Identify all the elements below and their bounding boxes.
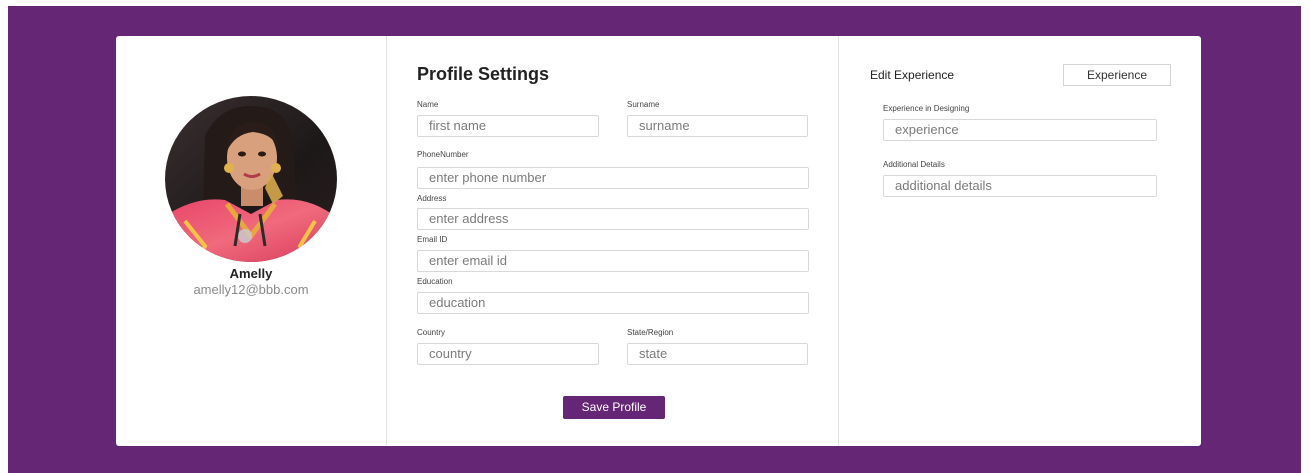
education-field[interactable]: education xyxy=(417,292,809,314)
additional-details-field[interactable]: additional details xyxy=(883,175,1157,197)
profile-email: amelly12@bbb.com xyxy=(193,282,309,297)
country-field[interactable]: country xyxy=(417,343,599,365)
first-name-field[interactable]: first name xyxy=(417,115,599,137)
email-field[interactable]: enter email id xyxy=(417,250,809,272)
state-label: State/Region xyxy=(627,328,674,337)
phone-field[interactable]: enter phone number xyxy=(417,167,809,189)
address-label: Address xyxy=(417,194,447,203)
additional-details-label: Additional Details xyxy=(883,160,945,169)
address-field[interactable]: enter address xyxy=(417,208,809,230)
phone-label: PhoneNumber xyxy=(417,150,469,159)
profile-card: Amelly amelly12@bbb.com Profile Settings… xyxy=(116,36,1201,446)
column-divider-left xyxy=(386,36,387,446)
surname-field[interactable]: surname xyxy=(627,115,808,137)
education-label: Education xyxy=(417,277,453,286)
name-label: Name xyxy=(417,100,439,109)
avatar xyxy=(165,96,337,262)
experience-designing-label: Experience in Designing xyxy=(883,104,970,113)
experience-field[interactable]: experience xyxy=(883,119,1157,141)
experience-button[interactable]: Experience xyxy=(1063,64,1171,86)
save-profile-button[interactable]: Save Profile xyxy=(563,396,665,419)
email-label: Email ID xyxy=(417,235,448,244)
country-label: Country xyxy=(417,328,446,337)
state-field[interactable]: state xyxy=(627,343,808,365)
edit-experience-heading: Edit Experience xyxy=(870,68,955,82)
page-title: Profile Settings xyxy=(417,64,550,84)
column-divider-right xyxy=(838,36,839,446)
profile-name: Amelly xyxy=(229,266,273,281)
surname-label: Surname xyxy=(627,100,660,109)
